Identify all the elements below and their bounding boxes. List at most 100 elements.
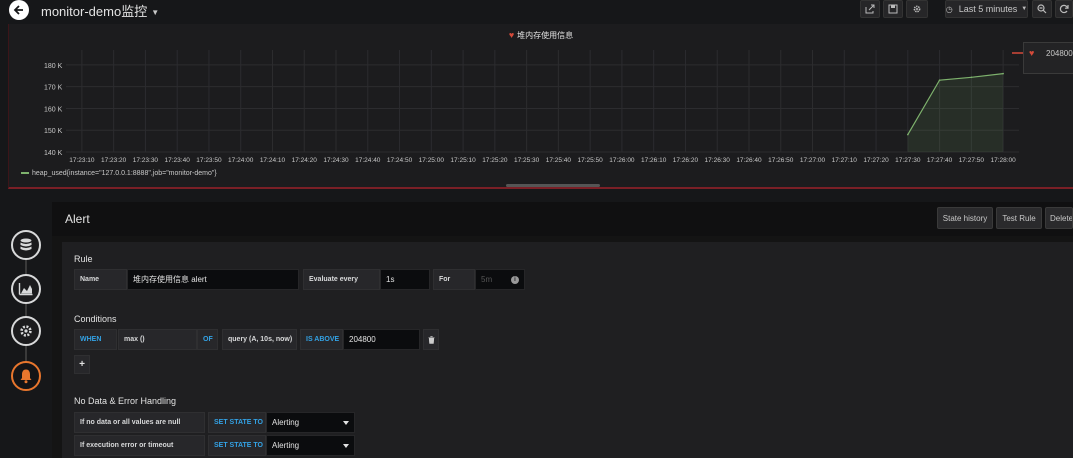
rail-alert-button[interactable] — [11, 361, 41, 391]
refresh-button[interactable] — [1055, 0, 1073, 18]
x-tick-label: 17:25:50 — [577, 157, 603, 164]
x-tick-label: 17:23:10 — [69, 157, 95, 164]
y-tick-label: 150 K — [44, 128, 63, 135]
caret-down-icon: ▼ — [1021, 6, 1028, 12]
rule-name-input[interactable]: 堆内存使用信息 alert — [127, 269, 299, 290]
time-range-label: Last 5 minutes — [958, 4, 1018, 14]
refresh-icon — [1059, 4, 1069, 14]
x-tick-label: 17:26:10 — [641, 157, 667, 164]
condition-of-keyword: OF — [197, 329, 218, 350]
exec-error-state-select[interactable]: Alerting — [266, 435, 355, 456]
dashboard-title-text: monitor-demo监控 — [41, 4, 148, 19]
series-point — [970, 76, 973, 79]
info-icon[interactable]: i — [511, 276, 519, 284]
chart-area-icon — [18, 283, 33, 296]
y-tick-label: 160 K — [44, 106, 63, 113]
y-tick-label: 140 K — [44, 150, 63, 157]
alert-editor: Alert State history Test Rule Delete Rul… — [52, 202, 1073, 458]
x-tick-label: 17:24:10 — [260, 157, 286, 164]
caret-down-icon — [343, 444, 349, 448]
x-tick-label: 17:24:00 — [228, 157, 254, 164]
caret-down-icon: ▼ — [151, 8, 160, 18]
legend-swatch — [21, 172, 29, 175]
share-button[interactable] — [860, 0, 880, 18]
condition-threshold-input[interactable]: 204800 — [343, 329, 420, 350]
alert-title: Alert — [65, 212, 90, 226]
no-data-set-state-keyword: SET STATE TO — [208, 412, 266, 433]
x-tick-label: 17:23:30 — [133, 157, 159, 164]
test-rule-button[interactable]: Test Rule — [996, 207, 1042, 229]
delete-button[interactable]: Delete — [1045, 207, 1073, 229]
exec-error-label: If execution error or timeout — [74, 435, 205, 456]
no-data-section-title: No Data & Error Handling — [74, 396, 177, 406]
zoom-out-icon — [1037, 4, 1047, 14]
zoom-out-button[interactable] — [1032, 0, 1052, 18]
save-button[interactable] — [883, 0, 903, 18]
arrow-left-icon — [13, 5, 23, 15]
condition-evaluator-select[interactable]: IS ABOVE — [300, 329, 343, 350]
exec-error-set-state-keyword: SET STATE TO — [208, 435, 266, 456]
plus-icon: + — [79, 359, 85, 370]
database-icon — [20, 238, 32, 251]
chart-legend[interactable]: heap_used{instance="127.0.0.1:8888",job=… — [21, 170, 217, 177]
threshold-handle[interactable]: ♥ 204800 — [1023, 42, 1073, 74]
evaluate-every-label: Evaluate every — [303, 269, 380, 290]
add-condition-button[interactable]: + — [74, 355, 90, 374]
share-icon — [865, 4, 875, 14]
x-tick-label: 17:24:50 — [387, 157, 413, 164]
alert-header: Alert State history Test Rule Delete — [52, 202, 1073, 236]
remove-condition-button[interactable] — [423, 329, 439, 350]
panel-resize-handle[interactable] — [506, 184, 600, 187]
for-label: For — [433, 269, 475, 290]
settings-button[interactable] — [906, 0, 928, 18]
x-tick-label: 17:27:40 — [927, 157, 953, 164]
x-tick-label: 17:25:10 — [450, 157, 476, 164]
x-tick-label: 17:26:20 — [673, 157, 699, 164]
conditions-section-title: Conditions — [74, 314, 117, 324]
graph-panel: ♥ 堆内存使用信息 140 K 150 K 160 K 170 K 180 K 17:23:… — [8, 24, 1073, 189]
legend-series-label: heap_used{instance="127.0.0.1:8888",job=… — [32, 170, 217, 177]
condition-when-keyword: WHEN — [74, 329, 117, 350]
back-button[interactable] — [9, 0, 29, 20]
dashboard-title[interactable]: monitor-demo监控 ▼ — [41, 1, 159, 20]
time-picker-button[interactable]: ◷ Last 5 minutes ▼ — [945, 0, 1028, 18]
threshold-value: 204800 — [1046, 49, 1073, 58]
top-bar: monitor-demo监控 ▼ ◷ Last 5 minutes ▼ — [0, 0, 1073, 20]
for-input[interactable]: 5m i — [475, 269, 525, 290]
x-tick-label: 17:24:30 — [323, 157, 349, 164]
condition-reducer-select[interactable]: max () — [118, 329, 197, 350]
rail-visualization-button[interactable] — [11, 274, 41, 304]
x-tick-label: 17:26:50 — [768, 157, 794, 164]
x-tick-label: 17:27:10 — [832, 157, 858, 164]
evaluate-every-input[interactable]: 1s — [380, 269, 430, 290]
heap-chart[interactable]: 140 K 150 K 160 K 170 K 180 K 17:23:10 17:23:2… — [9, 24, 1073, 189]
no-data-state-select[interactable]: Alerting — [266, 412, 355, 433]
series-point — [907, 133, 909, 136]
x-tick-label: 17:27:50 — [959, 157, 985, 164]
x-tick-label: 17:23:50 — [196, 157, 222, 164]
save-icon — [888, 4, 898, 14]
for-input-placeholder: 5m — [481, 275, 493, 284]
x-tick-label: 17:25:20 — [482, 157, 508, 164]
alert-form: Rule Name 堆内存使用信息 alert Evaluate every 1… — [62, 242, 1073, 458]
x-tick-label: 17:23:20 — [101, 157, 127, 164]
x-tick-label: 17:24:20 — [292, 157, 318, 164]
x-tick-label: 17:25:30 — [514, 157, 540, 164]
caret-down-icon — [343, 421, 349, 425]
series-point — [1002, 72, 1004, 75]
state-history-button[interactable]: State history — [937, 207, 993, 229]
heart-icon: ♥ — [1029, 48, 1035, 58]
x-tick-label: 17:27:00 — [800, 157, 826, 164]
gear-icon — [20, 325, 32, 337]
condition-query-select[interactable]: query (A, 10s, now) — [222, 329, 297, 350]
gear-icon — [913, 5, 921, 13]
x-tick-label: 17:27:30 — [895, 157, 921, 164]
x-tick-label: 17:25:00 — [419, 157, 445, 164]
series-area — [907, 73, 1004, 152]
rail-general-button[interactable] — [11, 316, 41, 346]
series-point — [938, 79, 941, 81]
rule-section-title: Rule — [74, 254, 93, 264]
bell-icon — [20, 369, 32, 384]
rail-queries-button[interactable] — [11, 230, 41, 260]
x-tick-label: 17:26:30 — [705, 157, 731, 164]
